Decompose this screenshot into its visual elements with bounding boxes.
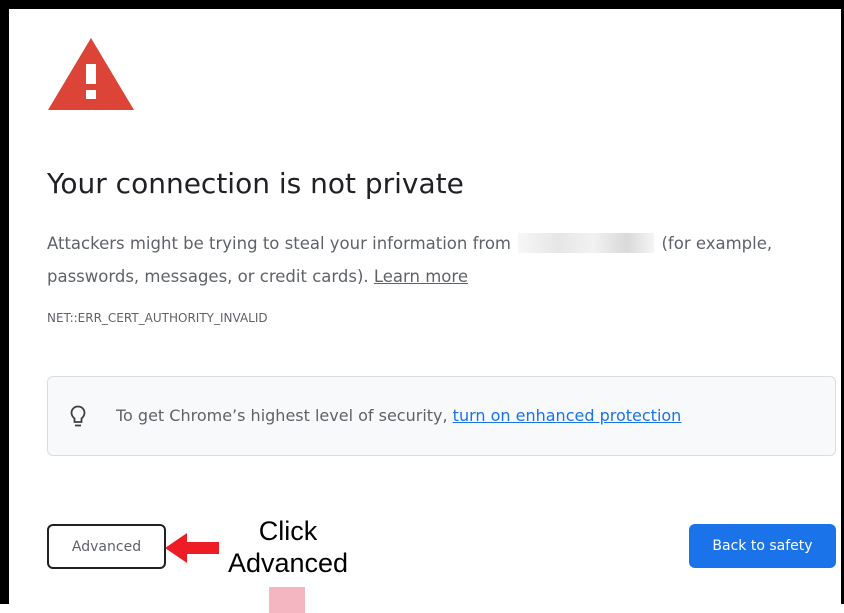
error-code: NET::ERR_CERT_AUTHORITY_INVALID — [47, 311, 268, 325]
annotation-line-1: Click — [258, 516, 318, 546]
click-advanced-annotation: Click Advanced — [214, 515, 362, 579]
learn-more-link[interactable]: Learn more — [374, 267, 468, 286]
warning-triangle-icon — [48, 38, 134, 110]
description-text-start: Attackers might be trying to steal your … — [47, 234, 517, 253]
enhanced-protection-text: To get Chrome’s highest level of securit… — [116, 406, 681, 425]
annotation-highlight-block — [269, 587, 305, 613]
back-to-safety-button[interactable]: Back to safety — [689, 524, 836, 568]
page-title: Your connection is not private — [47, 167, 464, 200]
annotation-line-2: Advanced — [227, 548, 349, 578]
redacted-hostname — [518, 233, 655, 253]
red-left-arrow-icon — [165, 533, 219, 563]
warning-description: Attackers might be trying to steal your … — [47, 227, 807, 293]
enhanced-protection-link[interactable]: turn on enhanced protection — [453, 406, 682, 425]
advanced-button[interactable]: Advanced — [47, 524, 166, 569]
enhanced-protection-message: To get Chrome’s highest level of securit… — [116, 406, 453, 425]
interstitial-page: Your connection is not private Attackers… — [0, 0, 844, 613]
enhanced-protection-banner: To get Chrome’s highest level of securit… — [47, 376, 836, 456]
lightbulb-icon — [70, 405, 86, 427]
